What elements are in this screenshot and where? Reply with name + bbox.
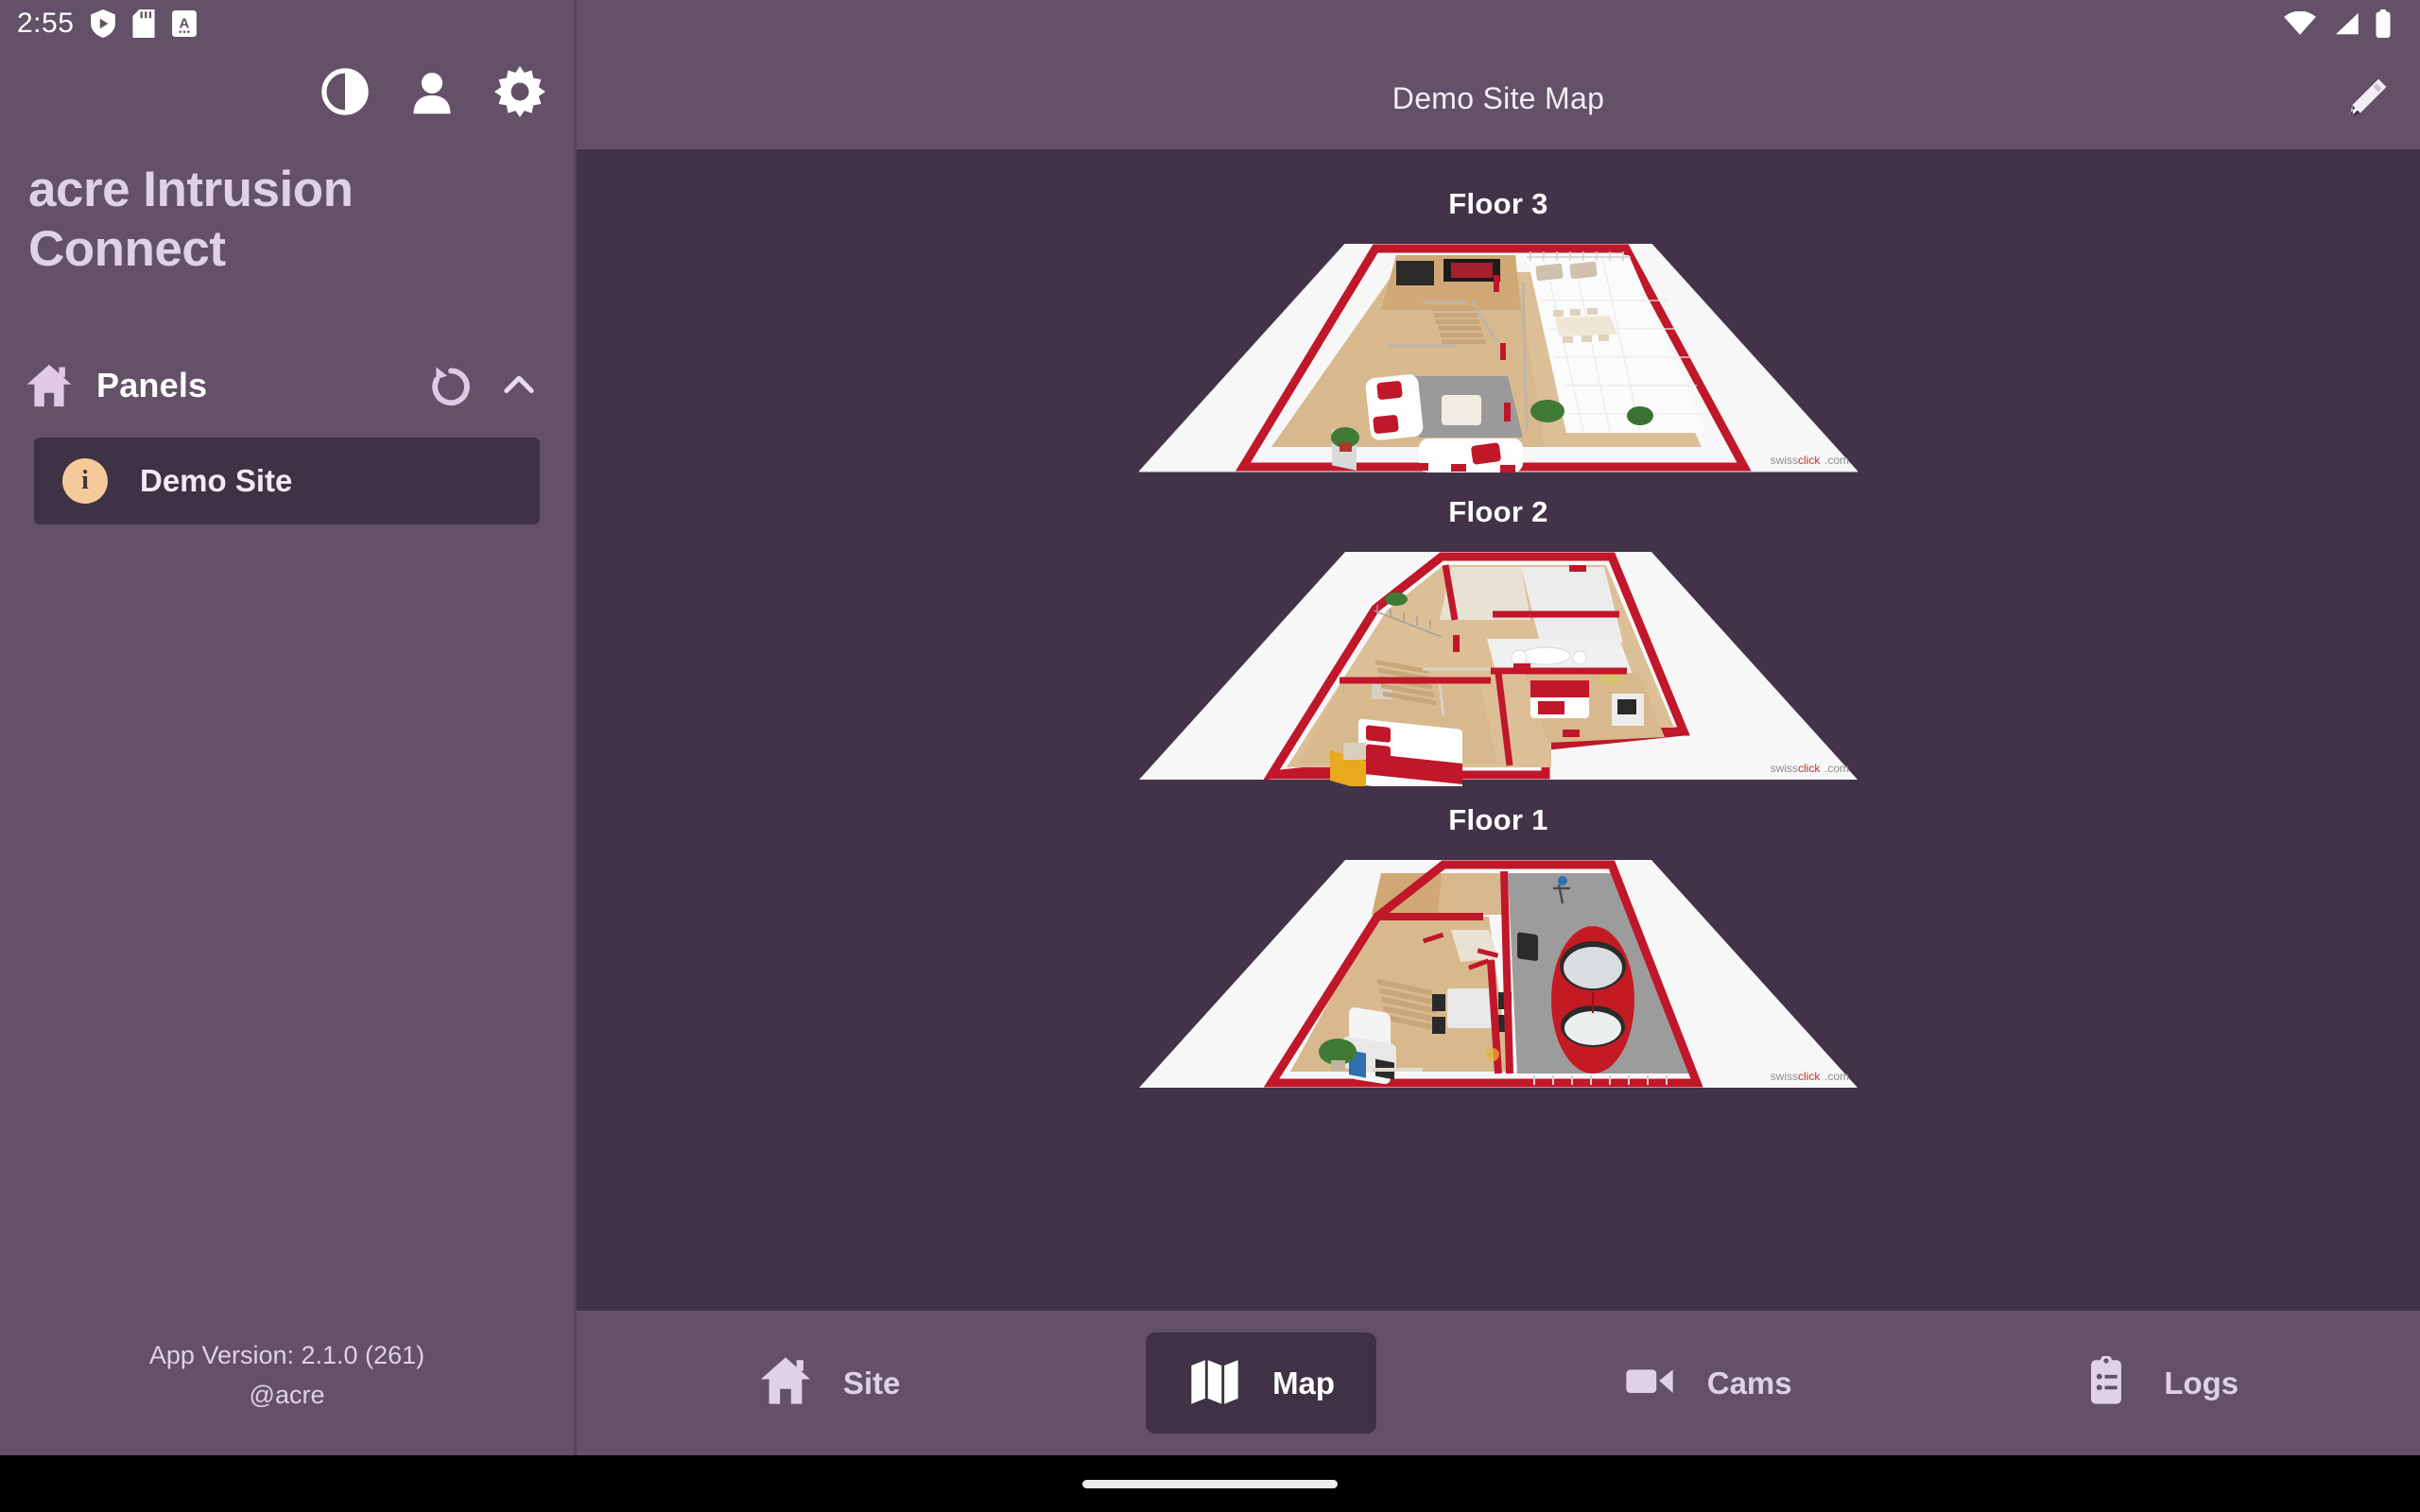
chevron-up-icon[interactable] [498,365,540,406]
floor-plan-3-render[interactable]: swiss click .com [1137,243,1859,478]
floors-scroll-area[interactable]: Floor 3 swiss click .com Floor 2 swiss c… [577,149,2420,1311]
gesture-pill[interactable] [1082,1479,1338,1488]
nav-label: Cams [1706,1365,1792,1400]
nav-item-cams[interactable]: Cams [1581,1332,1834,1434]
floor-plan-1-render[interactable]: swiss click .com [1139,860,1858,1094]
floor-block-3: Floor 3 swiss click .com [577,187,2420,478]
app-version-text: App Version: 2.1.0 (261) [148,1341,425,1370]
battery-icon [2375,9,2392,38]
wifi-icon [2284,11,2316,36]
svg-text:click: click [1798,454,1821,467]
sd-card-icon [132,9,155,38]
nav-label: Site [842,1365,901,1400]
app-title: acre Intrusion Connect [28,162,354,277]
sidebar: 2:55 A acre Intrusion Connect Panels i D… [0,0,577,1455]
svg-text:.com: .com [1824,1070,1849,1083]
status-bar-clock: 2:55 [17,8,75,39]
cellular-signal-icon [2331,11,2360,36]
bottom-navigation: Site Map Cams Logs [577,1311,2420,1455]
panels-section-header: Panels [0,345,574,426]
nav-item-logs[interactable]: Logs [2037,1332,2280,1434]
floor-label: Floor 2 [1448,495,1548,528]
play-protect-shield-icon [91,9,116,38]
nav-label: Logs [2164,1365,2239,1400]
refresh-icon[interactable] [426,361,475,410]
panel-item-label: Demo Site [140,463,293,499]
nav-item-map[interactable]: Map [1146,1332,1377,1434]
status-bar-right [577,0,2420,47]
svg-text:click: click [1798,1070,1821,1083]
map-icon [1187,1353,1242,1413]
floor-block-1: Floor 1 swiss click .com [577,803,2420,1094]
panels-label: Panels [96,366,208,405]
nav-label: Map [1272,1365,1336,1400]
theme-contrast-icon[interactable] [320,67,370,116]
svg-text:.com: .com [1824,454,1849,467]
info-badge-icon: i [62,458,108,505]
app-screen: 2:55 A acre Intrusion Connect Panels i D… [0,0,2420,1512]
home-icon [758,1353,813,1413]
title-bar: Demo Site Map [577,47,2420,149]
status-bar-left: 2:55 A [0,0,574,47]
main-header: Demo Site Map [577,0,2420,149]
floor-label: Floor 1 [1448,803,1548,836]
org-handle-text: @acre [249,1381,325,1410]
account-icon[interactable] [407,67,457,116]
video-camera-icon [1622,1353,1677,1413]
svg-text:swiss: swiss [1771,454,1798,467]
sidebar-footer: App Version: 2.1.0 (261) @acre [0,1336,574,1455]
floor-label: Floor 3 [1448,187,1548,220]
letter-a-notification-icon: A [172,10,198,37]
home-icon [25,361,74,410]
svg-text:swiss: swiss [1771,762,1798,775]
gear-icon[interactable] [494,66,545,117]
pencil-icon[interactable] [2344,76,2390,121]
svg-text:.com: .com [1824,762,1849,775]
sidebar-toolbar [0,59,574,125]
panel-list: i Demo Site [0,426,574,525]
panel-item-demo-site[interactable]: i Demo Site [34,438,540,525]
app-body: 2:55 A acre Intrusion Connect Panels i D… [0,0,2420,1455]
page-title: Demo Site Map [1392,80,1605,115]
floor-plan-2-render[interactable]: swiss click .com [1139,552,1858,796]
svg-text:click: click [1798,762,1821,775]
system-gesture-bar [0,1455,2420,1512]
svg-text:A: A [180,15,190,31]
svg-text:swiss: swiss [1771,1070,1798,1083]
main-panel: Demo Site Map Floor 3 swiss click .com F… [577,0,2420,1455]
nav-item-site[interactable]: Site [717,1332,942,1434]
floor-block-2: Floor 2 swiss click .com [577,495,2420,796]
clipboard-list-icon [2079,1353,2134,1413]
